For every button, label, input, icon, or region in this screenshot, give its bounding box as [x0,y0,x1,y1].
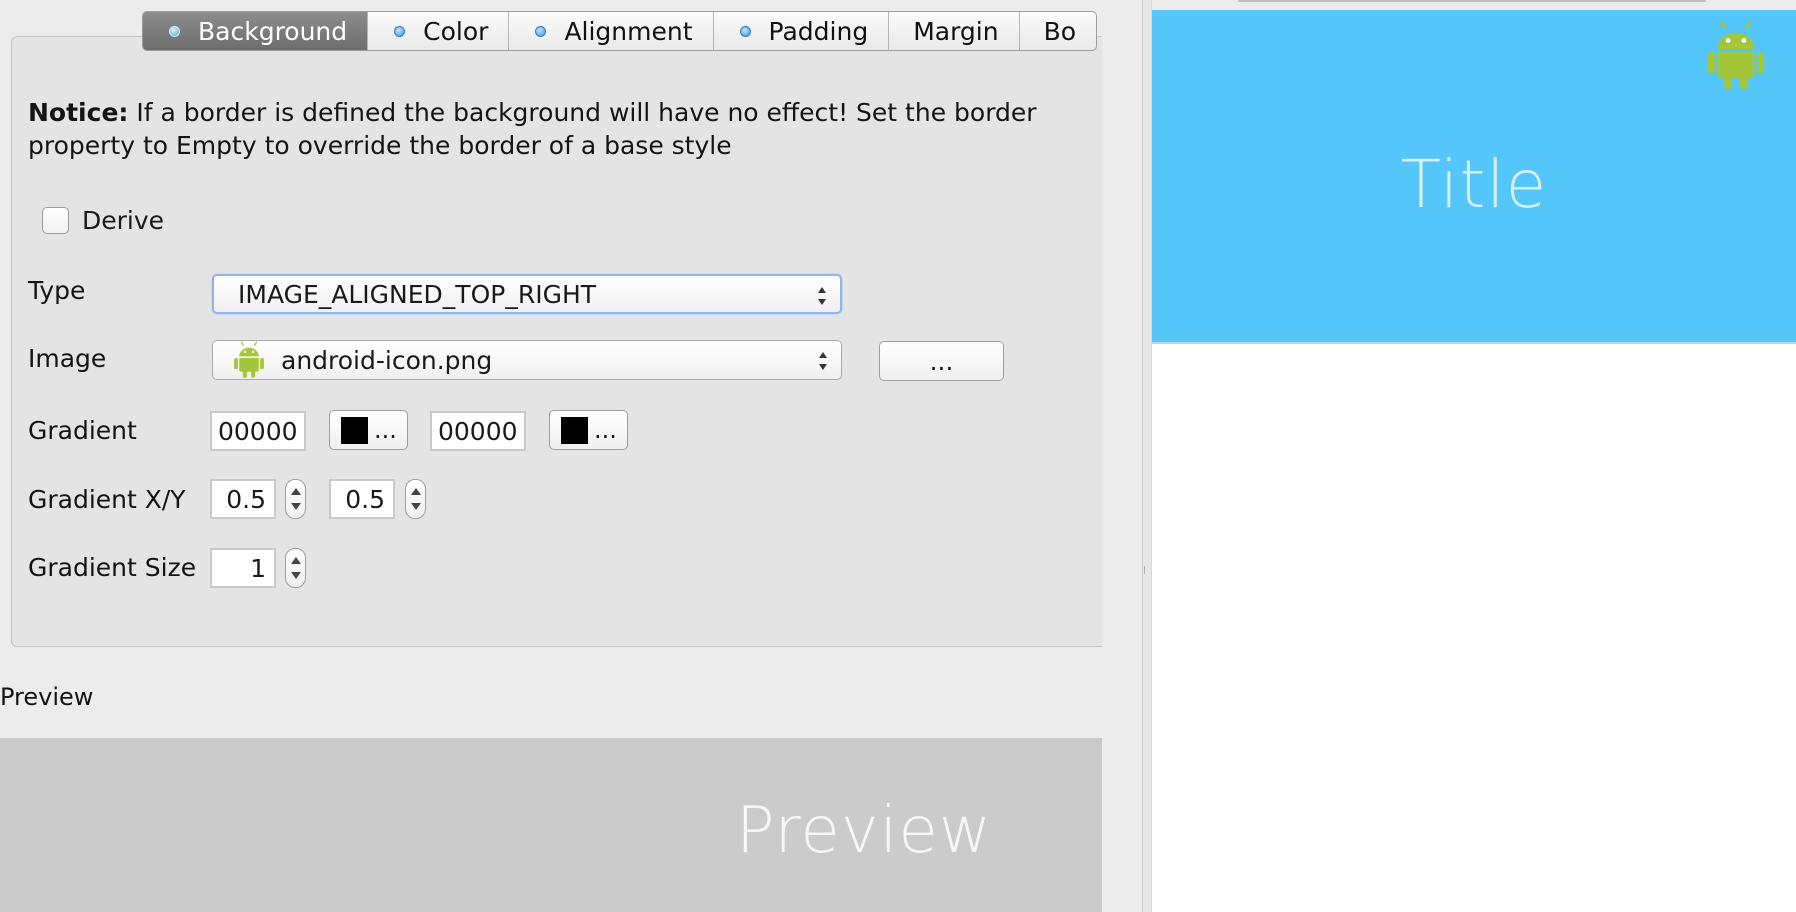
preview-text: Preview [736,794,993,868]
tab-label: Color [423,16,489,46]
gradient-x-spinner[interactable] [285,479,306,519]
divider-grip[interactable] [1144,566,1149,574]
gradient-y-field[interactable]: 0.5 [329,479,395,519]
title-text: Title [1400,146,1548,223]
color-button-label: ... [594,416,617,444]
style-tabs: Background Color Alignment Padding Margi… [142,11,1098,51]
spinner-down-icon[interactable] [410,503,421,510]
tab-label: Padding [768,16,869,46]
tab-border[interactable]: Bo [1020,12,1096,50]
gradient-end-color-button[interactable]: ... [549,410,628,450]
status-dot-icon [394,25,406,37]
color-button-label: ... [374,416,397,444]
android-icon [1706,20,1766,92]
browse-image-button[interactable]: ... [879,341,1004,381]
gradient-size-label: Gradient Size [28,553,197,582]
tab-label: Background [198,16,348,46]
notice-text: Notice: If a border is defined the backg… [28,96,1068,162]
gradient-xy-label: Gradient X/Y [28,485,186,514]
gradient-size-spinner[interactable] [285,548,306,588]
spinner-up-icon[interactable] [290,488,301,495]
tab-label: Bo [1043,16,1077,46]
notice-body: If a border is defined the background wi… [28,98,1037,160]
status-dot-icon [535,25,547,37]
preview-scroll-line [1238,0,1706,2]
gradient-size-field[interactable]: 1 [210,548,276,588]
spinner-up-icon[interactable] [410,488,421,495]
image-select[interactable]: android-icon.png [212,340,842,380]
gradient-end-field[interactable]: 00000 [430,411,526,451]
preview-area: Preview [0,738,1102,912]
color-swatch [341,416,368,444]
updown-arrows-icon [818,287,826,305]
updown-arrows-icon [819,352,827,370]
gradient-start-color-button[interactable]: ... [329,410,408,450]
type-select[interactable]: IMAGE_ALIGNED_TOP_RIGHT [212,274,842,314]
image-select-value: android-icon.png [281,345,493,375]
derive-row: Derive [42,206,164,235]
spinner-down-icon[interactable] [290,572,301,579]
tab-padding[interactable]: Padding [714,12,890,50]
tab-alignment[interactable]: Alignment [509,12,714,50]
gradient-label: Gradient [28,416,137,445]
editor-pane: Background Color Alignment Padding Margi… [0,0,1102,912]
image-label: Image [28,344,107,373]
type-select-value: IMAGE_ALIGNED_TOP_RIGHT [238,279,597,309]
tab-label: Alignment [564,16,693,46]
android-icon [233,341,265,379]
tab-background[interactable]: Background [143,12,369,50]
gradient-y-spinner[interactable] [405,479,426,519]
spinner-down-icon[interactable] [290,503,301,510]
preview-label: Preview [0,683,94,711]
title-bar: Title [1152,10,1796,344]
split-pane-divider[interactable] [1142,0,1152,912]
status-dot-icon [169,25,180,37]
color-swatch [561,416,588,444]
gradient-start-field[interactable]: 00000 [210,411,306,451]
type-label: Type [28,276,86,305]
status-dot-icon [739,25,751,37]
notice-bold: Notice: [28,98,129,127]
tab-margin[interactable]: Margin [889,12,1020,50]
gradient-x-field[interactable]: 0.5 [210,479,276,519]
tab-label: Margin [913,16,999,46]
spinner-up-icon[interactable] [290,557,301,564]
derive-label: Derive [82,206,165,235]
derive-checkbox[interactable] [42,207,69,234]
device-preview-pane: Title [1152,0,1796,912]
tab-color[interactable]: Color [368,12,510,50]
preview-top-strip [1152,0,1796,10]
